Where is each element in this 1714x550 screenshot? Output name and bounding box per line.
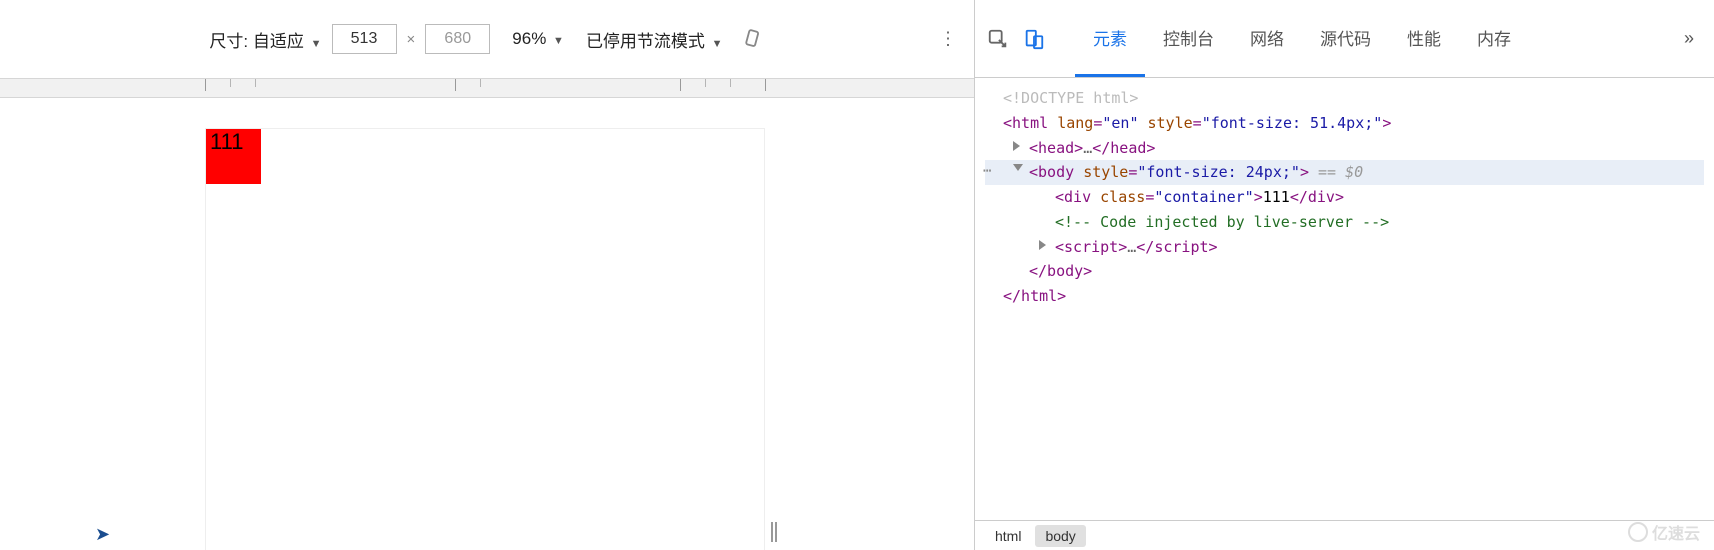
breadcrumb-body[interactable]: body xyxy=(1035,525,1085,547)
container-div: 111 xyxy=(206,129,261,184)
collapse-icon[interactable] xyxy=(1013,164,1023,171)
breadcrumb-html[interactable]: html xyxy=(985,525,1031,547)
inspect-icon[interactable] xyxy=(987,28,1009,50)
viewport-area: 111 ➤ xyxy=(0,98,974,550)
dom-comment[interactable]: <!-- Code injected by live-server --> xyxy=(985,210,1704,235)
device-toggle-icon[interactable] xyxy=(1023,28,1045,50)
cursor-icon: ➤ xyxy=(95,524,110,545)
devtools-toolbar: 元素 控制台 网络 源代码 性能 内存 » xyxy=(975,0,1714,78)
chevron-down-icon: ▼ xyxy=(553,35,564,47)
tab-network[interactable]: 网络 xyxy=(1232,0,1302,77)
throttle-select[interactable]: 已停用节流模式 ▼ xyxy=(586,27,723,52)
dimension-separator: × xyxy=(407,31,416,48)
dom-doctype[interactable]: <!DOCTYPE html> xyxy=(985,86,1704,111)
dom-div[interactable]: <div class="container">111</div> xyxy=(985,185,1704,210)
dom-body-close[interactable]: </body> xyxy=(985,259,1704,284)
rotate-icon[interactable] xyxy=(743,28,765,50)
width-input[interactable] xyxy=(332,24,397,54)
size-label: 尺寸: 自适应 ▼ xyxy=(209,27,321,52)
devtools-panel: 元素 控制台 网络 源代码 性能 内存 » <!DOCTYPE html> <h… xyxy=(975,0,1714,550)
ruler xyxy=(0,78,974,98)
breadcrumb: html body xyxy=(975,520,1714,550)
chevron-down-icon: ▼ xyxy=(311,38,322,50)
tab-sources[interactable]: 源代码 xyxy=(1302,0,1389,77)
simulated-page[interactable]: 111 xyxy=(205,128,765,550)
dom-script[interactable]: <script>…</script> xyxy=(985,235,1704,260)
tabs-overflow-icon[interactable]: » xyxy=(1676,28,1702,49)
zoom-select[interactable]: 96% ▼ xyxy=(512,29,564,49)
chevron-down-icon: ▼ xyxy=(712,38,723,50)
device-select[interactable]: 自适应 xyxy=(253,32,304,51)
tab-performance[interactable]: 性能 xyxy=(1389,0,1459,77)
viewport-panel: 尺寸: 自适应 ▼ × 96% ▼ 已停用节流模式 ▼ ⋮ xyxy=(0,0,975,550)
dom-html-close[interactable]: </html> xyxy=(985,284,1704,309)
height-input[interactable] xyxy=(425,24,490,54)
dom-body-open[interactable]: <body style="font-size: 24px;"> == $0 xyxy=(985,160,1704,185)
tab-memory[interactable]: 内存 xyxy=(1459,0,1529,77)
devtools-tabs: 元素 控制台 网络 源代码 性能 内存 xyxy=(1075,0,1529,77)
more-options-icon[interactable]: ⋮ xyxy=(939,29,958,50)
expand-icon[interactable] xyxy=(1013,141,1020,151)
dom-tree[interactable]: <!DOCTYPE html> <html lang="en" style="f… xyxy=(975,78,1714,520)
expand-icon[interactable] xyxy=(1039,240,1046,250)
dom-html-open[interactable]: <html lang="en" style="font-size: 51.4px… xyxy=(985,111,1704,136)
tab-console[interactable]: 控制台 xyxy=(1145,0,1232,77)
device-toolbar: 尺寸: 自适应 ▼ × 96% ▼ 已停用节流模式 ▼ ⋮ xyxy=(0,0,974,78)
tab-elements[interactable]: 元素 xyxy=(1075,0,1145,77)
resize-handle[interactable] xyxy=(771,522,779,542)
dom-head[interactable]: <head>…</head> xyxy=(985,136,1704,161)
